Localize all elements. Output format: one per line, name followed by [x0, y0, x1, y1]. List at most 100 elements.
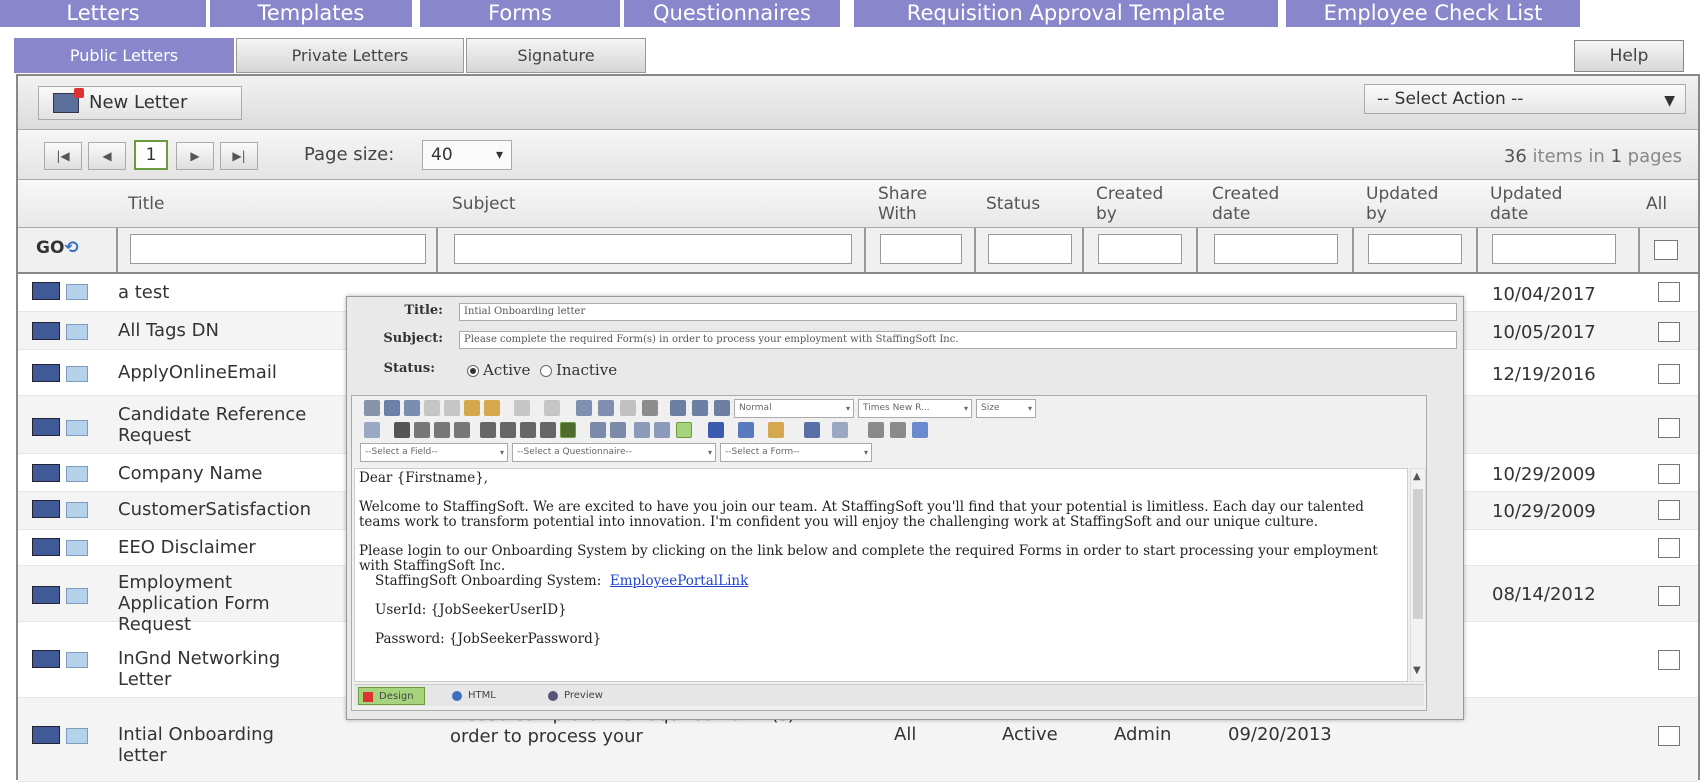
outdent-icon[interactable]: [590, 422, 606, 438]
current-page[interactable]: 1: [134, 140, 168, 170]
filter-created-by-input[interactable]: [1098, 234, 1182, 264]
filter-updated-by-input[interactable]: [1368, 234, 1462, 264]
underline-icon[interactable]: [434, 422, 450, 438]
filter-subject-input[interactable]: [454, 234, 852, 264]
edit-icon[interactable]: [32, 418, 60, 436]
numbered-list-icon[interactable]: [634, 422, 650, 438]
row-title[interactable]: Company Name: [118, 463, 328, 484]
nav-tab-letters[interactable]: Letters: [0, 0, 208, 27]
nav-tab-forms[interactable]: Forms: [420, 0, 622, 27]
row-title[interactable]: InGnd Networking Letter: [118, 648, 328, 690]
row-checkbox[interactable]: [1658, 500, 1680, 520]
undo-icon[interactable]: [514, 400, 530, 416]
tab-private-letters[interactable]: Private Letters: [236, 38, 464, 73]
scroll-up-icon[interactable]: ▲: [1413, 471, 1421, 482]
scroll-down-icon[interactable]: ▼: [1413, 665, 1421, 676]
font-select[interactable]: Times New R...: [858, 399, 972, 418]
insert-symbol-icon[interactable]: [832, 422, 848, 438]
bullet-list-icon[interactable]: [654, 422, 670, 438]
strikethrough-icon[interactable]: [454, 422, 470, 438]
edit-icon[interactable]: [32, 500, 60, 518]
row-checkbox[interactable]: [1658, 538, 1680, 558]
select-all-icon[interactable]: [364, 422, 380, 438]
filter-share-input[interactable]: [880, 234, 962, 264]
preview-icon[interactable]: [66, 366, 88, 382]
last-page-icon[interactable]: ▶|: [220, 142, 258, 170]
preview-icon[interactable]: [66, 284, 88, 300]
col-share-with[interactable]: Share With: [878, 184, 958, 224]
row-checkbox[interactable]: [1658, 282, 1680, 302]
image-icon[interactable]: [576, 400, 592, 416]
nav-tab-employee-check-list[interactable]: Employee Check List: [1286, 0, 1582, 27]
col-created-by[interactable]: Created by: [1096, 184, 1186, 224]
edit-icon[interactable]: [32, 464, 60, 482]
row-checkbox[interactable]: [1658, 464, 1680, 484]
page-size-select[interactable]: 40: [422, 140, 512, 170]
inactive-radio[interactable]: [539, 365, 552, 377]
col-title[interactable]: Title: [128, 194, 164, 214]
copy-icon[interactable]: [444, 400, 460, 416]
col-updated-date[interactable]: Updated date: [1490, 184, 1570, 224]
justify-icon[interactable]: [540, 422, 556, 438]
row-title[interactable]: CustomerSatisfaction: [118, 499, 328, 520]
cut-icon[interactable]: [424, 400, 440, 416]
edit-icon[interactable]: [32, 282, 60, 300]
active-radio[interactable]: [467, 365, 479, 377]
row-checkbox[interactable]: [1658, 364, 1680, 384]
row-checkbox[interactable]: [1658, 322, 1680, 342]
html-mode-tab[interactable]: HTML: [448, 687, 506, 705]
row-title[interactable]: Intial Onboarding letter: [118, 724, 328, 766]
filter-updated-date-input[interactable]: [1492, 234, 1616, 264]
preview-mode-tab[interactable]: Preview: [544, 687, 613, 705]
redo-icon[interactable]: [544, 400, 560, 416]
previous-page-icon[interactable]: ◀: [88, 142, 126, 170]
filter-status-input[interactable]: [988, 234, 1072, 264]
next-page-icon[interactable]: ▶: [176, 142, 214, 170]
design-mode-tab[interactable]: Design: [358, 687, 425, 705]
preview-icon[interactable]: [66, 502, 88, 518]
align-center-icon[interactable]: [500, 422, 516, 438]
format-painter-icon[interactable]: [768, 422, 784, 438]
image-manager-icon[interactable]: [598, 400, 614, 416]
new-letter-button[interactable]: New Letter: [38, 86, 242, 120]
tab-public-letters[interactable]: Public Letters: [14, 38, 234, 73]
row-title[interactable]: Candidate Reference Request: [118, 404, 328, 446]
edit-icon[interactable]: [32, 364, 60, 382]
row-checkbox[interactable]: [1658, 726, 1680, 746]
highlight-icon[interactable]: [738, 422, 754, 438]
spellcheck-options-icon[interactable]: [868, 422, 884, 438]
font-color-icon[interactable]: [708, 422, 724, 438]
nav-tab-templates[interactable]: Templates: [210, 0, 414, 27]
row-title[interactable]: EEO Disclaimer: [118, 537, 328, 558]
preview-icon[interactable]: [66, 728, 88, 744]
row-checkbox[interactable]: [1658, 650, 1680, 670]
select-field-dropdown[interactable]: --Select a Field--: [360, 443, 508, 462]
table-icon[interactable]: [642, 400, 658, 416]
preview-icon[interactable]: [66, 324, 88, 340]
col-created-date[interactable]: Created date: [1212, 184, 1302, 224]
select-questionnaire-dropdown[interactable]: --Select a Questionnaire--: [512, 443, 716, 462]
scroll-thumb[interactable]: [1413, 489, 1423, 619]
find-replace-icon[interactable]: [890, 422, 906, 438]
format-select[interactable]: Normal: [734, 399, 854, 418]
nav-tab-questionnaires[interactable]: Questionnaires: [624, 0, 842, 27]
spellcheck-icon[interactable]: [384, 400, 400, 416]
col-updated-by[interactable]: Updated by: [1366, 184, 1438, 224]
bold-icon[interactable]: [394, 422, 410, 438]
row-checkbox[interactable]: [1658, 418, 1680, 438]
edit-icon[interactable]: [32, 538, 60, 556]
clipboard-icon[interactable]: [692, 400, 708, 416]
size-select[interactable]: Size: [976, 399, 1036, 418]
format-block-icon[interactable]: [560, 422, 576, 438]
col-status[interactable]: Status: [986, 194, 1040, 214]
editor-content-area[interactable]: Dear {Firstname}, Welcome to StaffingSof…: [354, 468, 1408, 682]
col-subject[interactable]: Subject: [452, 194, 516, 214]
select-all-checkbox[interactable]: [1654, 240, 1678, 260]
nav-tab-requisition-approval-template[interactable]: Requisition Approval Template: [854, 0, 1280, 27]
help-button[interactable]: Help: [1574, 40, 1684, 72]
preview-icon[interactable]: [66, 588, 88, 604]
edit-icon[interactable]: [32, 650, 60, 668]
editor-scrollbar[interactable]: ▲ ▼: [1410, 468, 1426, 682]
indent-more-icon[interactable]: [610, 422, 626, 438]
row-checkbox[interactable]: [1658, 586, 1680, 606]
